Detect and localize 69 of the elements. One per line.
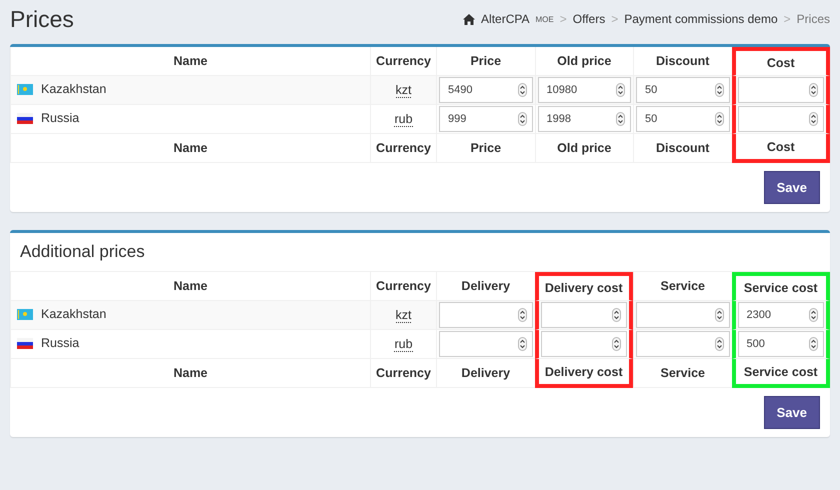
page-title: Prices (10, 6, 74, 32)
column-footer: Service (633, 359, 732, 388)
breadcrumb-current: Prices (796, 12, 830, 26)
country-name: Russia (41, 336, 80, 350)
number-field[interactable] (738, 106, 824, 132)
number-field[interactable]: 10980 (538, 77, 631, 103)
save-button[interactable]: Save (764, 171, 820, 204)
number-field[interactable]: 50 (636, 77, 730, 103)
column-footer: Service cost (732, 359, 830, 388)
breadcrumb-tag: MOE (536, 14, 554, 24)
spinner-icon[interactable] (518, 83, 526, 97)
column-footer: Discount (633, 134, 732, 163)
breadcrumb-link[interactable]: AlterCPA (481, 12, 530, 26)
spinner-icon[interactable] (518, 308, 526, 322)
spinner-icon[interactable] (714, 112, 724, 126)
number-field[interactable]: 500 (738, 331, 824, 357)
spinner-icon[interactable] (714, 308, 724, 322)
number-field[interactable]: 2300 (738, 302, 824, 328)
spinner-icon[interactable] (612, 308, 621, 322)
number-field[interactable]: 50 (636, 106, 730, 132)
number-field[interactable]: 1998 (538, 106, 631, 132)
column-footer: Currency (370, 134, 436, 163)
column-footer: Old price (534, 134, 633, 163)
flag-icon (17, 112, 33, 124)
spinner-icon[interactable] (518, 337, 526, 351)
spinner-icon[interactable] (714, 83, 724, 97)
number-field[interactable]: 999 (439, 106, 532, 132)
spinner-icon[interactable] (809, 83, 818, 97)
column-footer: Cost (732, 134, 830, 163)
breadcrumb-separator: > (784, 12, 791, 26)
breadcrumb-separator: > (611, 12, 618, 26)
number-field[interactable] (540, 331, 627, 357)
currency-code: kzt (396, 83, 412, 98)
breadcrumb-separator: > (560, 12, 567, 26)
spinner-icon[interactable] (809, 308, 818, 322)
save-button[interactable]: Save (764, 396, 820, 429)
column-footer: Name (10, 134, 370, 163)
column-footer: Delivery cost (534, 359, 633, 388)
currency-code: kzt (396, 308, 412, 323)
spinner-icon[interactable] (518, 112, 526, 126)
column-footer: Price (436, 134, 534, 163)
flag-icon (17, 338, 33, 349)
home-icon (463, 14, 476, 24)
number-field[interactable] (439, 331, 532, 357)
spinner-icon[interactable] (714, 337, 724, 351)
spinner-icon[interactable] (612, 337, 621, 351)
column-footer: Currency (370, 359, 436, 388)
spinner-icon[interactable] (616, 112, 625, 126)
currency-code: rub (394, 337, 413, 352)
spinner-icon[interactable] (616, 83, 625, 97)
spinner-icon[interactable] (809, 112, 818, 126)
number-field[interactable] (636, 302, 730, 328)
country-name: Kazakhstan (41, 82, 106, 96)
flag-icon (17, 308, 33, 320)
breadcrumb-link[interactable]: Offers (572, 12, 606, 26)
number-field[interactable]: 5490 (439, 77, 532, 103)
panel-title: Additional prices (10, 233, 830, 272)
country-name: Russia (41, 111, 80, 126)
flag-icon (17, 84, 33, 95)
currency-code: rub (394, 112, 413, 127)
column-footer: Delivery (436, 359, 534, 388)
spinner-icon[interactable] (809, 337, 818, 351)
number-field[interactable] (636, 331, 730, 357)
country-name: Kazakhstan (41, 307, 106, 322)
column-footer: Name (10, 359, 370, 388)
number-field[interactable] (439, 302, 532, 328)
number-field[interactable] (738, 77, 824, 103)
breadcrumb-link[interactable]: Payment commissions demo (624, 12, 778, 26)
number-field[interactable] (540, 302, 627, 328)
